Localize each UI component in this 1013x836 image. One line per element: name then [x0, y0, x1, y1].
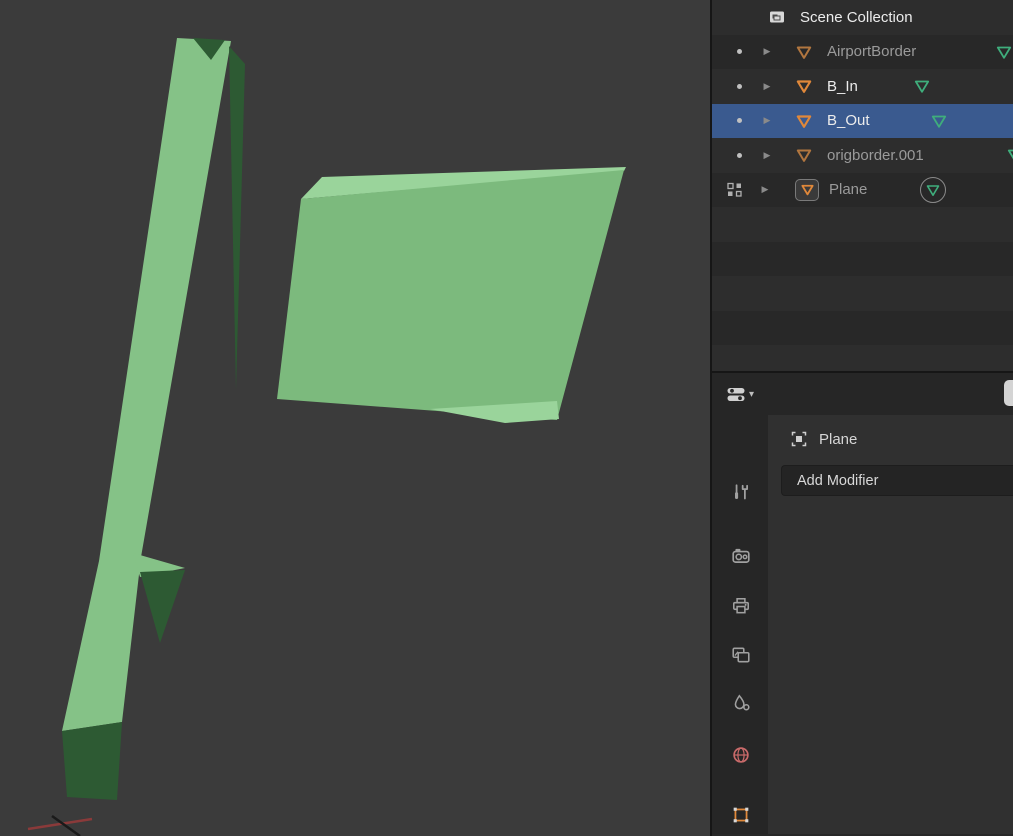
mesh-data-icon[interactable] — [995, 43, 1013, 61]
render-icon — [732, 548, 750, 563]
breadcrumb: Plane — [790, 430, 1013, 448]
mesh-data-ring — [920, 176, 946, 203]
scene-collection-label: Scene Collection — [800, 8, 913, 26]
active-object-icon-frame — [795, 178, 819, 201]
visibility-dot[interactable] — [737, 152, 742, 158]
outliner-row-b-in[interactable]: ▶ B_In — [712, 69, 1013, 104]
disclosure-triangle-icon[interactable]: ▶ — [762, 115, 772, 126]
disclosure-triangle-icon[interactable]: ▶ — [760, 184, 770, 195]
properties-tab-column — [712, 415, 768, 834]
visibility-dot[interactable] — [737, 83, 742, 89]
chevron-down-icon: ▾ — [749, 388, 755, 400]
object-name-label: origborder.001 — [827, 146, 924, 164]
mesh-object-icon — [795, 43, 813, 61]
disclosure-triangle-icon[interactable]: ▶ — [762, 46, 772, 57]
tab-tool[interactable] — [714, 470, 768, 516]
world-globe-icon — [733, 747, 749, 763]
outliner-empty-row — [712, 241, 1013, 276]
editor-type-dropdown[interactable]: ▾ — [720, 379, 776, 409]
outliner-empty-row — [712, 345, 1013, 371]
output-printer-icon — [733, 598, 749, 614]
blender-window: Scene Collection ▶ AirportBorder ▶ B_In … — [0, 0, 1013, 836]
object-name-label: Plane — [829, 181, 868, 199]
3d-viewport[interactable] — [0, 0, 710, 836]
collection-icon — [768, 9, 786, 25]
mesh-data-icon[interactable] — [930, 112, 948, 130]
viewport-canvas — [27, 38, 626, 836]
axis-gizmo-black-line — [51, 814, 81, 836]
object-data-icon — [791, 431, 807, 447]
mesh-data-icon[interactable] — [1006, 146, 1013, 164]
outliner-row-origborder[interactable]: ▶ origborder.001 — [712, 138, 1013, 173]
mesh-object-icon — [795, 112, 813, 130]
outliner-row-plane[interactable]: ▶ Plane — [712, 172, 1013, 207]
add-modifier-button[interactable]: Add Modifier — [781, 465, 1013, 496]
mesh-bar-bottom-cap[interactable] — [62, 722, 122, 800]
mesh-object-icon — [795, 146, 813, 164]
mesh-box-front-face[interactable] — [277, 170, 624, 420]
object-name-label: AirportBorder — [827, 43, 917, 61]
scene-icon — [734, 694, 750, 711]
object-icon — [733, 807, 749, 823]
disclosure-triangle-icon[interactable]: ▶ — [762, 81, 772, 92]
view-layer-icon — [732, 647, 750, 663]
mesh-bar-side-wedge[interactable] — [229, 46, 245, 390]
outliner-row-b-out[interactable]: ▶ B_Out — [712, 103, 1013, 138]
mesh-data-icon[interactable] — [925, 182, 941, 198]
disclosure-triangle-icon[interactable]: ▶ — [762, 150, 772, 161]
outliner-empty-row — [712, 310, 1013, 345]
tab-output[interactable] — [714, 583, 768, 629]
tab-object[interactable] — [714, 792, 768, 836]
outliner-panel: Scene Collection ▶ AirportBorder ▶ B_In … — [712, 0, 1013, 373]
mesh-bar-mid-dark-flap[interactable] — [140, 570, 185, 643]
tab-view-layer[interactable] — [714, 632, 768, 678]
outliner-empty-row — [712, 207, 1013, 242]
visibility-dot[interactable] — [737, 49, 742, 55]
active-object-name: Plane — [819, 430, 858, 448]
tool-icon — [735, 484, 748, 500]
object-name-label: B_In — [827, 77, 858, 95]
properties-header: ▾ — [712, 373, 1013, 415]
mesh-object-icon — [800, 182, 815, 197]
mesh-data-icon[interactable] — [913, 77, 931, 95]
visibility-dot[interactable] — [737, 118, 742, 124]
object-name-label: B_Out — [827, 112, 870, 130]
properties-panel: ▾ Plane Add Modifier — [712, 373, 1013, 834]
parent-grid-icon — [726, 181, 744, 199]
tab-scene[interactable] — [714, 680, 768, 726]
mesh-bar-front-face[interactable] — [62, 38, 231, 731]
modifier-properties-content: Plane Add Modifier — [768, 415, 1013, 834]
outliner-empty-row — [712, 276, 1013, 311]
header-partial-widget[interactable] — [1004, 380, 1013, 406]
outliner-row-scene-collection[interactable]: Scene Collection — [712, 0, 1013, 35]
mesh-object-icon — [795, 77, 813, 95]
tab-render[interactable] — [714, 533, 768, 579]
right-panel: Scene Collection ▶ AirportBorder ▶ B_In … — [710, 0, 1013, 836]
properties-editor-icon — [726, 386, 746, 403]
outliner-row-airportborder[interactable]: ▶ AirportBorder — [712, 34, 1013, 69]
tab-world[interactable] — [714, 732, 768, 778]
